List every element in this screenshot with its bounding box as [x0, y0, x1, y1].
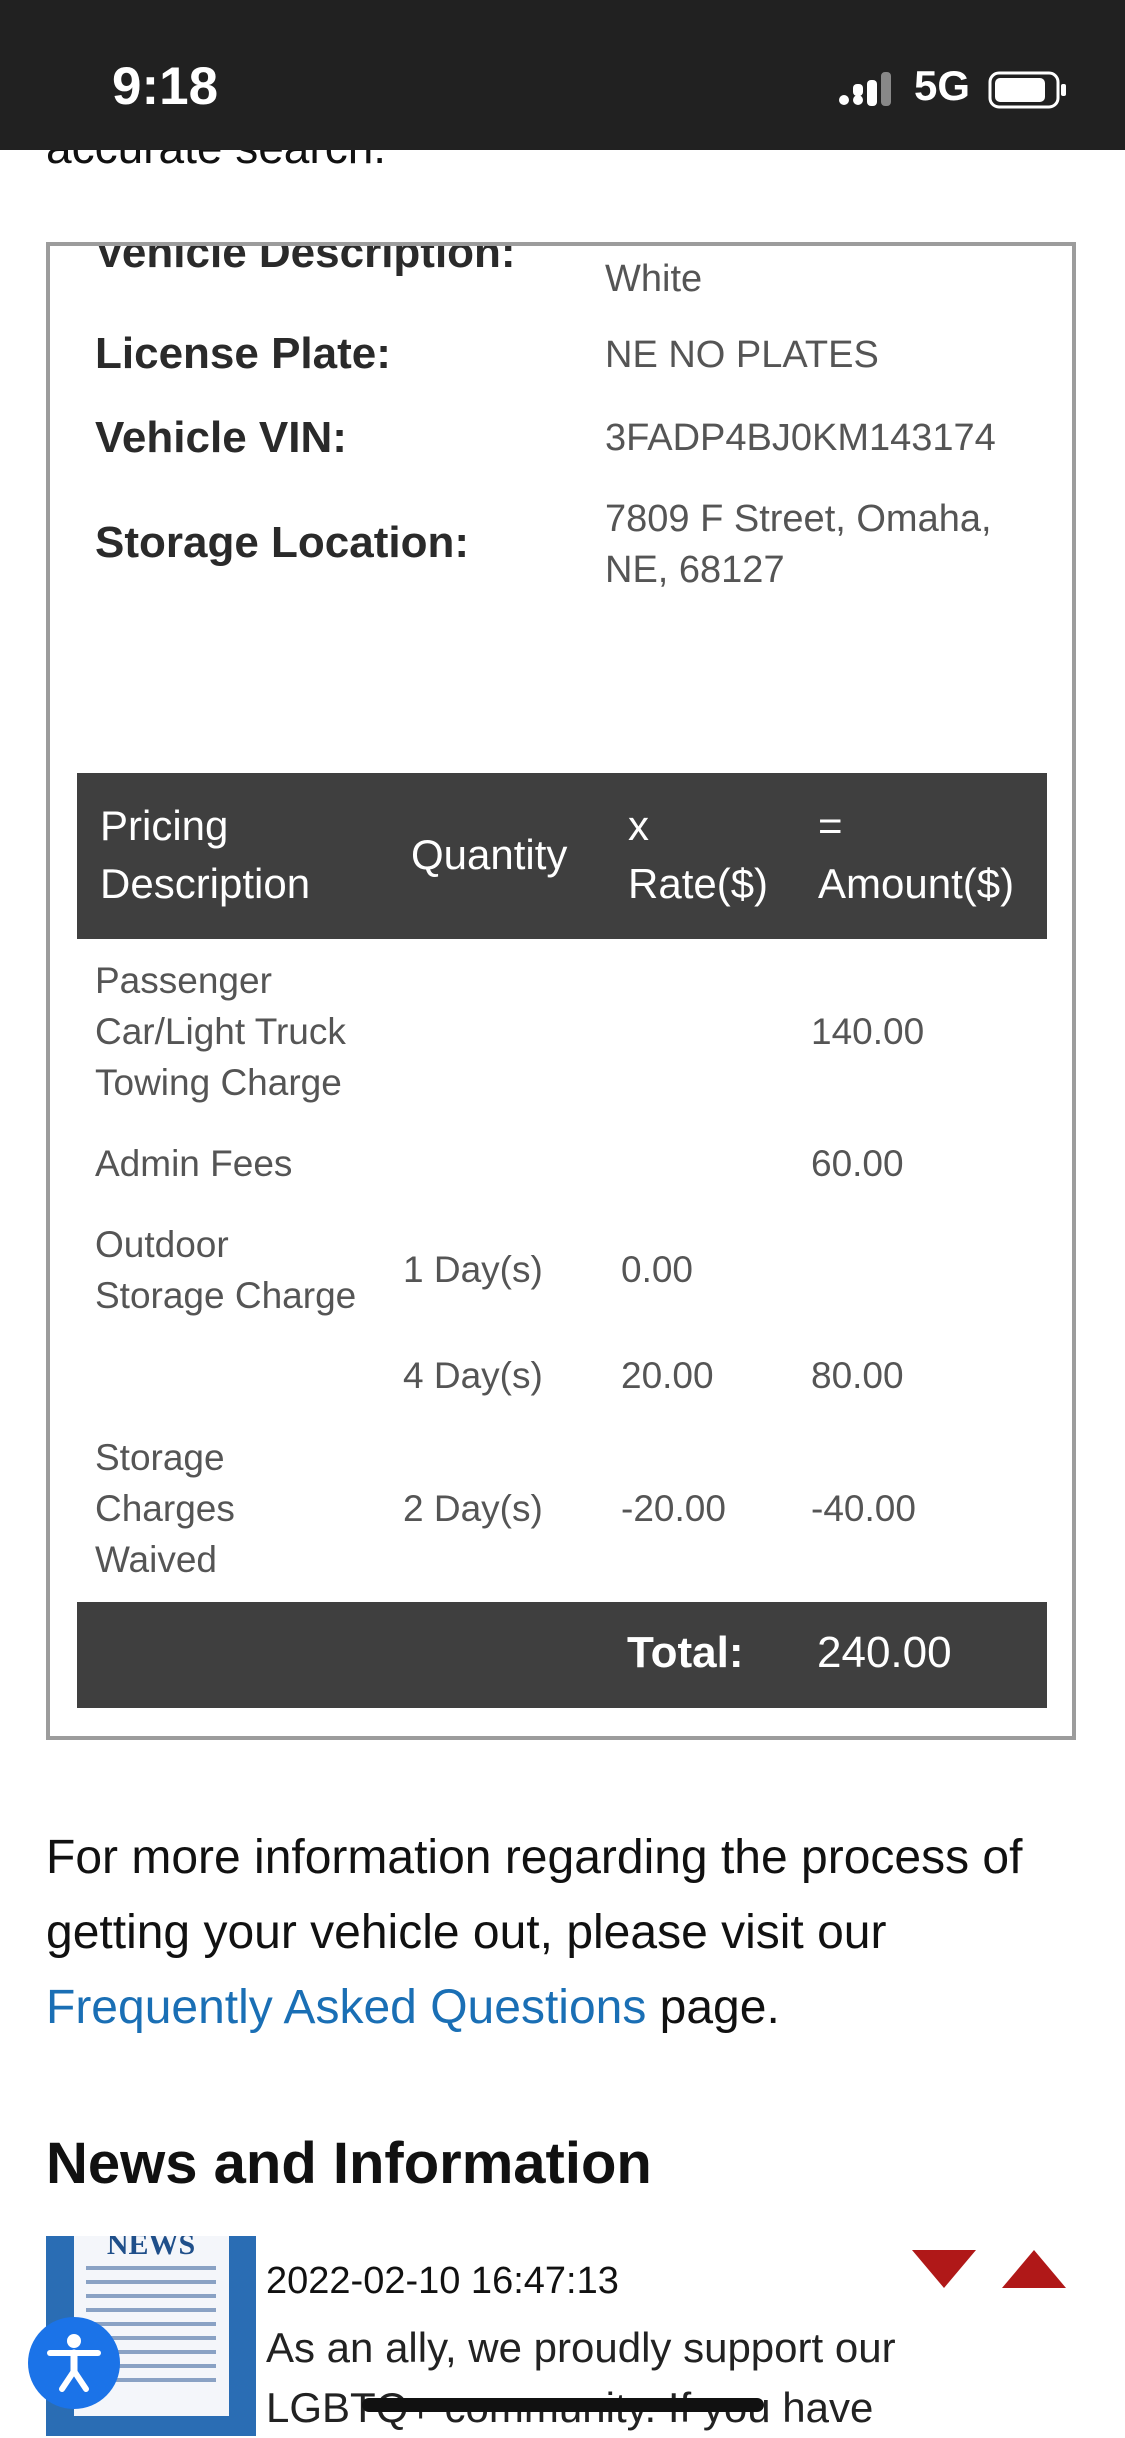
total-label: Total: [627, 1628, 744, 1677]
row-2-amount: 60.00 [811, 1143, 904, 1184]
header-amount-line-2: Amount($) [818, 860, 1015, 907]
status-bar: 9:18 5G [0, 0, 1125, 150]
news-thumb-text: NEWS [107, 2236, 195, 2261]
header-amount-line-1: = [818, 802, 843, 849]
info-text-after-link: page. [646, 1981, 780, 2034]
header-rate-line-2: Rate($) [628, 860, 769, 907]
row-4-quantity: 4 Day(s) [403, 1355, 543, 1396]
header-description-line-2: Description [100, 860, 311, 907]
license-plate-value: NE NO PLATES [605, 334, 879, 376]
header-quantity: Quantity [411, 831, 568, 878]
row-5-quantity: 2 Day(s) [403, 1488, 543, 1529]
row-5-amount: -40.00 [811, 1488, 916, 1529]
vehicle-description-value: White [605, 258, 703, 300]
row-1-description-line-3: Towing Charge [95, 1062, 342, 1103]
row-3-description-line-1: Outdoor [95, 1224, 229, 1265]
signal-icon [839, 72, 891, 106]
row-5-description-line-3: Waived [95, 1539, 218, 1580]
storage-location-line-1: 7809 F Street, Omaha, [605, 498, 992, 540]
status-time: 9:18 [112, 57, 219, 116]
accessibility-icon [47, 2334, 101, 2392]
row-3-rate: 0.00 [621, 1249, 694, 1290]
total-value: 240.00 [817, 1628, 952, 1677]
header-rate-line-1: x [628, 802, 649, 849]
faq-link[interactable]: Frequently Asked Questions [46, 1981, 646, 2034]
vehicle-description-label: Vehicle Description: [95, 242, 516, 277]
row-1-description-line-2: Car/Light Truck [95, 1011, 346, 1052]
news-heading: News and Information [46, 2131, 652, 2196]
row-1-description-line-1: Passenger [95, 960, 272, 1001]
row-3-description-line-2: Storage Charge [95, 1275, 357, 1316]
storage-location-line-2: NE, 68127 [605, 549, 785, 591]
news-item-date: 2022-02-10 16:47:13 [266, 2260, 619, 2302]
home-indicator[interactable] [362, 2398, 764, 2412]
info-text-before-link: For more information regarding the proce… [46, 1831, 1023, 1959]
pricing-table-header: Pricing Description Quantity x Rate($) =… [77, 773, 1047, 939]
row-5-description-line-1: Storage [95, 1437, 225, 1478]
row-1-amount: 140.00 [811, 1011, 925, 1052]
row-5-rate: -20.00 [621, 1488, 726, 1529]
arrow-up-icon[interactable] [1002, 2250, 1066, 2288]
vehicle-vin-value: 3FADP4BJ0KM143174 [605, 417, 996, 459]
battery-icon [988, 71, 1066, 109]
faq-info-paragraph: For more information regarding the proce… [46, 1820, 1086, 2045]
arrow-down-icon[interactable] [912, 2250, 976, 2288]
accessibility-button[interactable] [28, 2317, 120, 2409]
storage-location-label: Storage Location: [95, 518, 470, 567]
row-2-description: Admin Fees [95, 1143, 293, 1184]
header-description-line-1: Pricing [100, 802, 229, 849]
network-label: 5G [914, 62, 971, 109]
vehicle-details-card: Vehicle Description: White License Plate… [46, 242, 1076, 1740]
news-item-text[interactable]: As an ally, we proudly support our LGBTQ… [266, 2318, 1026, 2438]
row-4-rate: 20.00 [621, 1355, 714, 1396]
row-3-quantity: 1 Day(s) [403, 1249, 543, 1290]
total-row: Total: 240.00 [77, 1602, 1047, 1708]
vehicle-vin-label: Vehicle VIN: [95, 413, 347, 462]
license-plate-label: License Plate: [95, 329, 391, 378]
row-5-description-line-2: Charges [95, 1488, 235, 1529]
row-4-amount: 80.00 [811, 1355, 904, 1396]
